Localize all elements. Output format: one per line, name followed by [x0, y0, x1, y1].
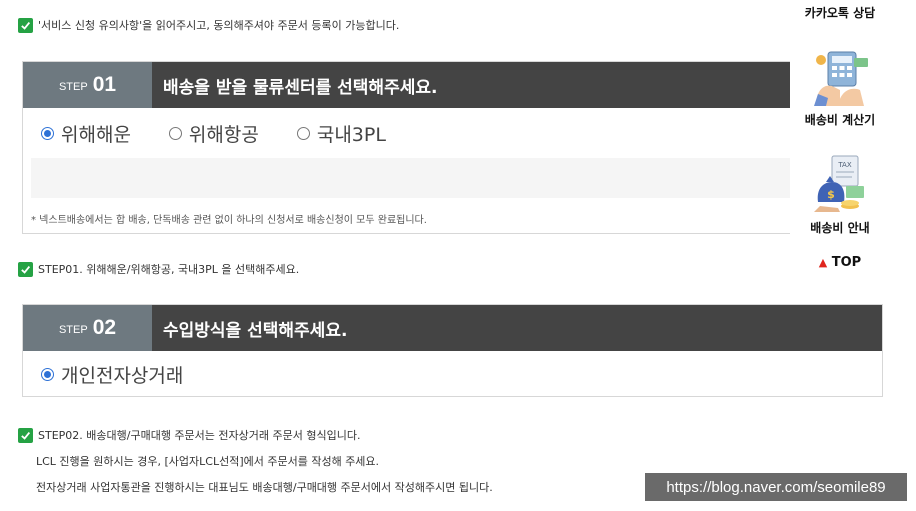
radio-selected-icon[interactable]: [41, 126, 54, 140]
option-weihai-sea[interactable]: 위해해운: [41, 120, 131, 147]
tax-text: TAX: [837, 161, 852, 169]
step1-badge: STEP 01: [23, 62, 152, 108]
step2-word: STEP: [58, 324, 88, 336]
step2-badge: STEP 02: [23, 305, 152, 351]
checkbox-checked-icon[interactable]: [18, 427, 33, 443]
step2-options: 개인전자상거래: [23, 351, 882, 397]
blog-watermark: https://blog.naver.com/seomile89: [645, 473, 907, 501]
step1-notice-text: STEP01. 위해해운/위해항공, 국내3PL 을 선택해주세요.: [38, 263, 300, 276]
step2-notice-text: STEP02. 배송대행/구매대행 주문서는 전자상거래 주문서 형식입니다.: [38, 429, 361, 442]
calculator-icon[interactable]: [810, 46, 870, 106]
step1-options: 위해해운 위해항공 국내3PL: [23, 108, 882, 158]
option-label: 위해항공: [188, 123, 259, 146]
triangle-up-icon: ▲: [818, 256, 828, 269]
shipping-guide-link[interactable]: 배송비 안내: [790, 219, 890, 236]
checkbox-checked-icon[interactable]: [18, 261, 33, 277]
step1-title: 배송을 받을 물류센터를 선택해주세요.: [163, 77, 438, 98]
option-weihai-air[interactable]: 위해항공: [168, 120, 259, 147]
step1-notice: STEP01. 위해해운/위해항공, 국내3PL 을 선택해주세요.: [18, 261, 299, 277]
kakao-consult-link[interactable]: 카카오톡 상담: [790, 4, 890, 21]
step1-panel: STEP 01 배송을 받을 물류센터를 선택해주세요. 위해해운 위해항공 국…: [22, 61, 883, 234]
svg-text:$: $: [827, 188, 835, 201]
option-label: 위해해운: [61, 123, 131, 146]
step2-panel: STEP 02 수입방식을 선택해주세요. 개인전자상거래: [22, 304, 883, 397]
step2-notice: STEP02. 배송대행/구매대행 주문서는 전자상거래 주문서 형식입니다.: [18, 427, 360, 443]
option-domestic-3pl[interactable]: 국내3PL: [296, 120, 386, 147]
radio-selected-icon[interactable]: [41, 367, 54, 381]
step1-info-panel: [31, 158, 874, 198]
option-label: 개인전자상거래: [61, 364, 184, 387]
shipping-calculator-link[interactable]: 배송비 계산기: [790, 111, 890, 128]
step1-number: 01: [92, 73, 117, 96]
option-personal-ecommerce[interactable]: 개인전자상거래: [41, 361, 183, 388]
quick-sidebar: 카카오톡 상담 배송비 계산기 TAX $ 배송비 안내 ▲ TOP: [790, 0, 890, 290]
step2-title: 수입방식을 선택해주세요.: [163, 320, 348, 341]
step1-word: STEP: [58, 81, 88, 93]
step2-number: 02: [92, 316, 117, 339]
step2-notice-line3: 전자상거래 사업자통관을 진행하시는 대표님도 배송대행/구매대행 주문서에서 …: [36, 481, 493, 494]
tax-money-bag-icon[interactable]: TAX $: [810, 152, 870, 212]
agree-notice: '서비스 신청 유의사항'을 읽어주시고, 동의해주셔야 주문서 등록이 가능합…: [18, 17, 399, 33]
step1-header: STEP 01 배송을 받을 물류센터를 선택해주세요.: [23, 62, 882, 108]
step2-header: STEP 02 수입방식을 선택해주세요.: [23, 305, 882, 351]
top-label: TOP: [831, 255, 862, 270]
agree-notice-text: '서비스 신청 유의사항'을 읽어주시고, 동의해주셔야 주문서 등록이 가능합…: [38, 19, 400, 32]
step1-note: * 넥스트배송에서는 합 배송, 단독배송 관련 없이 하나의 신청서로 배송신…: [31, 215, 427, 226]
step2-notice-line2: LCL 진행을 원하시는 경우, [사업자LCL선적]에서 주문서를 작성해 주…: [36, 455, 380, 468]
radio-unselected-icon[interactable]: [296, 126, 310, 140]
top-button[interactable]: ▲ TOP: [790, 255, 890, 270]
option-label: 국내3PL: [316, 123, 386, 146]
checkbox-checked-icon[interactable]: [18, 17, 33, 33]
radio-unselected-icon[interactable]: [168, 126, 182, 140]
